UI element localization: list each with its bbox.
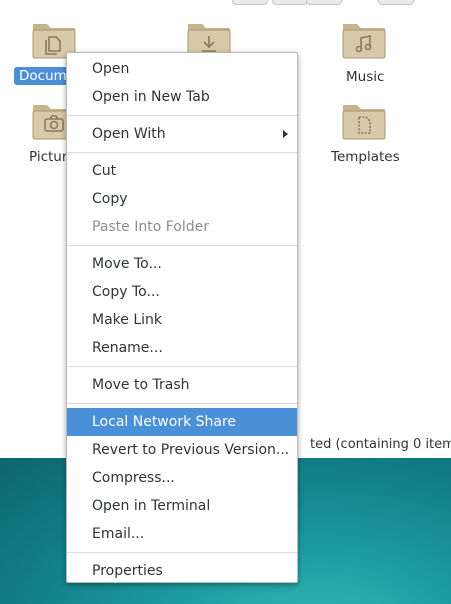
menu-item-rename[interactable]: Rename...	[67, 334, 297, 362]
menu-item-open[interactable]: Open	[67, 55, 297, 83]
menu-item-label: Open With	[92, 126, 166, 142]
menu-item-label: Local Network Share	[92, 414, 237, 430]
menu-item-label: Paste Into Folder	[92, 219, 210, 235]
menu-separator	[67, 152, 297, 153]
menu-item-properties[interactable]: Properties	[67, 557, 297, 585]
templates-folder-icon	[342, 105, 386, 140]
menu-item-cut[interactable]: Cut	[67, 157, 297, 185]
context-menu: Open Open in New Tab Open With Cut Copy …	[66, 52, 298, 583]
menu-item-label: Make Link	[92, 312, 162, 328]
menu-item-move-to-trash[interactable]: Move to Trash	[67, 371, 297, 399]
toolbar	[0, 0, 451, 5]
menu-item-label: Move to Trash	[92, 377, 190, 393]
menu-separator	[67, 403, 297, 404]
menu-item-local-network-share[interactable]: Local Network Share	[67, 408, 297, 436]
menu-item-label: Email...	[92, 526, 145, 542]
menu-item-revert-to-previous-version[interactable]: Revert to Previous Version...	[67, 436, 297, 464]
menu-item-label: Move To...	[92, 256, 162, 272]
menu-item-label: Copy	[92, 191, 128, 207]
file-label: Pictur	[29, 149, 68, 165]
submenu-arrow-icon	[283, 130, 288, 138]
menu-item-label: Open in Terminal	[92, 498, 211, 514]
menu-item-label: Revert to Previous Version...	[92, 442, 290, 458]
menu-separator	[67, 366, 297, 367]
toolbar-button[interactable]	[378, 0, 414, 5]
file-label: Music	[346, 69, 385, 85]
menu-item-make-link[interactable]: Make Link	[67, 306, 297, 334]
menu-item-open-in-terminal[interactable]: Open in Terminal	[67, 492, 297, 520]
menu-item-label: Compress...	[92, 470, 175, 486]
music-folder-icon	[342, 24, 386, 59]
menu-item-label: Cut	[92, 163, 117, 179]
menu-separator	[67, 115, 297, 116]
menu-item-label: Rename...	[92, 340, 163, 356]
menu-item-label: Open	[92, 61, 130, 77]
menu-item-email[interactable]: Email...	[67, 520, 297, 548]
status-bar-text: ted (containing 0 items)	[310, 437, 451, 452]
toolbar-button[interactable]	[272, 0, 308, 5]
menu-item-move-to[interactable]: Move To...	[67, 250, 297, 278]
menu-item-label: Open in New Tab	[92, 89, 210, 105]
menu-item-copy-to[interactable]: Copy To...	[67, 278, 297, 306]
file-label: Templates	[331, 149, 400, 165]
menu-item-open-in-new-tab[interactable]: Open in New Tab	[67, 83, 297, 111]
menu-separator	[67, 552, 297, 553]
menu-item-label: Copy To...	[92, 284, 160, 300]
menu-item-copy[interactable]: Copy	[67, 185, 297, 213]
menu-item-label: Properties	[92, 563, 163, 579]
menu-separator	[67, 245, 297, 246]
menu-item-open-with[interactable]: Open With	[67, 120, 297, 148]
toolbar-button[interactable]	[306, 0, 342, 5]
menu-item-paste-into-folder: Paste Into Folder	[67, 213, 297, 241]
menu-item-compress[interactable]: Compress...	[67, 464, 297, 492]
toolbar-button[interactable]	[232, 0, 268, 5]
